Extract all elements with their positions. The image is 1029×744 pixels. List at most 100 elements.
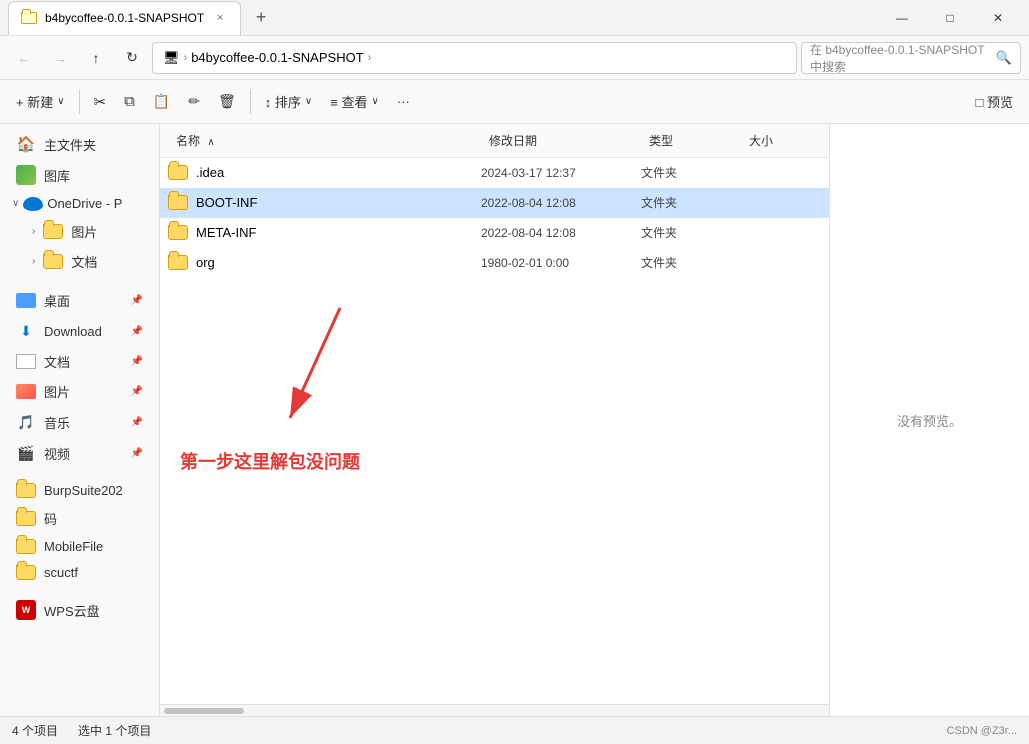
docs2-pin-icon: 📌 bbox=[131, 356, 143, 367]
new-tab-button[interactable]: + bbox=[247, 4, 275, 32]
sidebar-docs2-label: 文档 bbox=[44, 352, 70, 371]
pictures-expand: › bbox=[32, 226, 35, 237]
sidebar-item-video[interactable]: 🎬 视频 📌 bbox=[4, 438, 155, 468]
ma-folder-icon bbox=[16, 511, 36, 526]
delete-button[interactable]: 🗑 bbox=[210, 86, 244, 118]
file-type: 文件夹 bbox=[641, 164, 741, 181]
col-header-name[interactable]: 名称 ∧ bbox=[168, 128, 481, 153]
tab-active[interactable]: b4bycoffee-0.0.1-SNAPSHOT × bbox=[8, 1, 241, 35]
file-date: 2022-08-04 12:08 bbox=[481, 226, 641, 240]
home-icon: 🏠 bbox=[16, 134, 36, 154]
delete-icon: 🗑 bbox=[218, 93, 236, 110]
folder-icon bbox=[168, 195, 188, 210]
horizontal-scrollbar[interactable] bbox=[160, 704, 829, 716]
cut-icon: ✂ bbox=[94, 93, 107, 111]
paste-icon: 📋 bbox=[153, 93, 170, 110]
sidebar-item-pictures[interactable]: › 图片 bbox=[4, 217, 155, 246]
wps-icon: W bbox=[16, 600, 36, 620]
sidebar-home-label: 主文件夹 bbox=[44, 135, 96, 154]
onedrive-chevron: ∨ bbox=[12, 198, 19, 209]
up-button[interactable]: ↑ bbox=[80, 42, 112, 74]
sidebar-item-mobilefile[interactable]: MobileFile bbox=[4, 534, 155, 559]
images2-pin-icon: 📌 bbox=[131, 386, 143, 397]
forward-button[interactable]: → bbox=[44, 42, 76, 74]
file-name: BOOT-INF bbox=[196, 195, 257, 210]
sidebar-images2-label: 图片 bbox=[44, 382, 70, 401]
sidebar-downloads-label: Download bbox=[44, 324, 102, 339]
col-header-type[interactable]: 类型 bbox=[641, 128, 741, 153]
copy-button[interactable]: ⧉ bbox=[116, 86, 143, 118]
sidebar-item-scuctf[interactable]: scuctf bbox=[4, 560, 155, 585]
sidebar-item-images2[interactable]: 图片 📌 bbox=[4, 377, 155, 406]
table-row[interactable]: META-INF 2022-08-04 12:08 文件夹 bbox=[160, 218, 829, 248]
tab-close-button[interactable]: × bbox=[212, 10, 228, 26]
refresh-button[interactable]: ↻ bbox=[116, 42, 148, 74]
paste-button[interactable]: 📋 bbox=[145, 86, 178, 118]
documents-expand: › bbox=[32, 256, 35, 267]
music-pin-icon: 📌 bbox=[131, 417, 143, 428]
table-row[interactable]: org 1980-02-01 0:00 文件夹 bbox=[160, 248, 829, 278]
sidebar-item-wps[interactable]: W WPS云盘 bbox=[4, 595, 155, 625]
sidebar-item-desktop[interactable]: 桌面 📌 bbox=[4, 286, 155, 315]
search-placeholder: 在 b4bycoffee-0.0.1-SNAPSHOT 中搜索 bbox=[810, 41, 990, 75]
table-row[interactable]: BOOT-INF 2022-08-04 12:08 文件夹 bbox=[160, 188, 829, 218]
status-selected: 选中 1 个项目 bbox=[78, 722, 151, 739]
sidebar-documents-label: 文档 bbox=[71, 252, 97, 271]
status-count: 4 个项目 bbox=[12, 722, 58, 739]
status-brand: CSDN @Z3r... bbox=[947, 725, 1017, 737]
sidebar-item-home[interactable]: 🏠 主文件夹 bbox=[4, 129, 155, 159]
rename-icon: ✏ bbox=[188, 93, 200, 110]
file-date: 2022-08-04 12:08 bbox=[481, 196, 641, 210]
address-bar: ← → ↑ ↻ 🖥 › b4bycoffee-0.0.1-SNAPSHOT › … bbox=[0, 36, 1029, 80]
sort-button[interactable]: ↕ 排序 ∨ bbox=[257, 86, 320, 118]
sidebar-item-burpsuite[interactable]: BurpSuite202 bbox=[4, 478, 155, 503]
more-button[interactable]: ··· bbox=[389, 86, 418, 118]
scuctf-folder-icon bbox=[16, 565, 36, 580]
preview-area: 没有预览。 bbox=[829, 124, 1029, 716]
breadcrumb-path: b4bycoffee-0.0.1-SNAPSHOT bbox=[191, 50, 363, 65]
desktop-icon bbox=[16, 293, 36, 308]
back-button[interactable]: ← bbox=[8, 42, 40, 74]
sidebar-ma-label: 码 bbox=[44, 509, 57, 528]
computer-icon: 🖥 bbox=[163, 50, 180, 66]
images2-icon bbox=[16, 384, 36, 399]
sidebar-item-ma[interactable]: 码 bbox=[4, 504, 155, 533]
annotation-text: 第一步这里解包没问题 bbox=[180, 448, 360, 474]
sidebar-item-downloads[interactable]: ⬇ Download 📌 bbox=[4, 316, 155, 346]
scrollbar-thumb[interactable] bbox=[164, 708, 244, 714]
col-header-date[interactable]: 修改日期 bbox=[481, 128, 641, 153]
search-box[interactable]: 在 b4bycoffee-0.0.1-SNAPSHOT 中搜索 🔍 bbox=[801, 42, 1021, 74]
window-controls: — □ ✕ bbox=[879, 0, 1021, 36]
file-type: 文件夹 bbox=[641, 194, 741, 211]
breadcrumb[interactable]: 🖥 › b4bycoffee-0.0.1-SNAPSHOT › bbox=[152, 42, 797, 74]
view-label: ≡ 查看 bbox=[330, 92, 367, 111]
burpsuite-folder-icon bbox=[16, 483, 36, 498]
file-type: 文件夹 bbox=[641, 254, 741, 271]
view-button[interactable]: ≡ 查看 ∨ bbox=[322, 86, 387, 118]
onedrive-icon bbox=[23, 197, 43, 211]
sidebar-item-music[interactable]: 🎵 音乐 📌 bbox=[4, 407, 155, 437]
preview-button[interactable]: □ 预览 bbox=[968, 86, 1021, 118]
sidebar-item-onedrive[interactable]: ∨ OneDrive - P bbox=[4, 191, 155, 216]
table-row[interactable]: .idea 2024-03-17 12:37 文件夹 bbox=[160, 158, 829, 188]
rename-button[interactable]: ✏ bbox=[180, 86, 208, 118]
sidebar-gallery-label: 图库 bbox=[44, 166, 70, 185]
sidebar-item-documents[interactable]: › 文档 bbox=[4, 247, 155, 276]
col-header-size[interactable]: 大小 bbox=[741, 128, 821, 153]
sidebar-scuctf-label: scuctf bbox=[44, 565, 78, 580]
maximize-button[interactable]: □ bbox=[927, 0, 973, 36]
toolbar: + 新建 ∨ ✂ ⧉ 📋 ✏ 🗑 ↕ 排序 ∨ ≡ 查看 ∨ ··· bbox=[0, 80, 1029, 124]
close-button[interactable]: ✕ bbox=[975, 0, 1021, 36]
file-name: .idea bbox=[196, 165, 224, 180]
minimize-button[interactable]: — bbox=[879, 0, 925, 36]
title-bar: b4bycoffee-0.0.1-SNAPSHOT × + — □ ✕ bbox=[0, 0, 1029, 36]
new-button[interactable]: + 新建 ∨ bbox=[8, 86, 73, 118]
file-list-header: 名称 ∧ 修改日期 类型 大小 bbox=[160, 124, 829, 158]
sidebar-item-gallery[interactable]: 图库 bbox=[4, 160, 155, 190]
sidebar-video-label: 视频 bbox=[44, 444, 70, 463]
cut-button[interactable]: ✂ bbox=[86, 86, 115, 118]
file-date: 2024-03-17 12:37 bbox=[481, 166, 641, 180]
toolbar-separator2 bbox=[250, 90, 251, 114]
sidebar-item-docs2[interactable]: 文档 📌 bbox=[4, 347, 155, 376]
annotation-arrow-svg bbox=[280, 298, 400, 458]
